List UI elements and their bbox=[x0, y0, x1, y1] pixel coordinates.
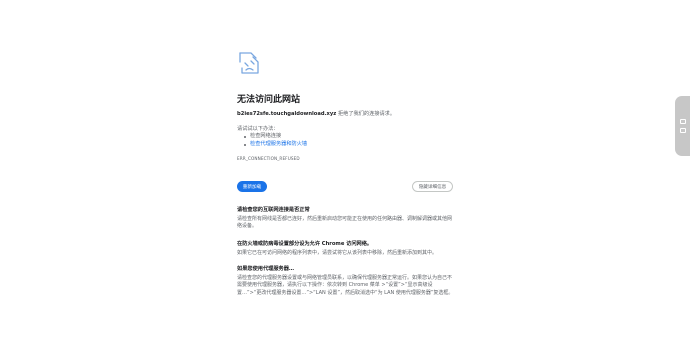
detail-heading: 如果您使用代理服务器… bbox=[237, 266, 295, 272]
error-subtitle: b2ies72sfe.touchgaldownload.xyz 拒绝了我们的连接… bbox=[237, 110, 395, 117]
window-icon bbox=[679, 128, 686, 133]
detail-block-proxy: 如果您使用代理服务器… 请检查您的代理服务器设置或与网络管理员联系，以确保代理服… bbox=[237, 265, 455, 297]
page-title: 无法访问此网站 bbox=[237, 95, 301, 105]
error-code: ERR_CONNECTION_REFUSED bbox=[237, 156, 300, 161]
suggestions-list: 检查网络连接 检查代理服务器和防火墙 bbox=[244, 133, 307, 148]
suggestions-label: 请试试以下办法： bbox=[237, 126, 279, 132]
detail-heading: 在防火墙或防病毒设置部分设为允许 Chrome 访问网络。 bbox=[237, 241, 373, 247]
window-icon bbox=[679, 119, 686, 124]
detail-body: 请检查您的代理服务器设置或与网络管理员联系，以确保代理服务器正常运行。如果您认为… bbox=[237, 274, 454, 296]
side-panel-tab[interactable] bbox=[675, 96, 690, 156]
suggestion-check-proxy-link[interactable]: 检查代理服务器和防火墙 bbox=[244, 141, 307, 149]
hide-details-button[interactable]: 隐藏详细信息 bbox=[412, 181, 453, 192]
detail-body: 请检查所有网线是否都已连好，然后重新启动您可能正在使用的任何路由器、调制解调器或… bbox=[237, 215, 453, 230]
sad-page-icon bbox=[239, 52, 259, 74]
detail-heading: 请检查您的互联网连接是否正常 bbox=[237, 207, 310, 213]
detail-block-connection: 请检查您的互联网连接是否正常 请检查所有网线是否都已连好，然后重新启动您可能正在… bbox=[237, 206, 455, 231]
detail-block-firewall: 在防火墙或防病毒设置部分设为允许 Chrome 访问网络。 如果它已在可访问网络… bbox=[237, 240, 455, 257]
reload-button[interactable]: 重新加载 bbox=[237, 181, 267, 192]
error-domain: b2ies72sfe.touchgaldownload.xyz bbox=[237, 111, 337, 117]
error-subtitle-text: 拒绝了我们的连接请求。 bbox=[336, 111, 396, 117]
detail-body: 如果它已在可访问网络的程序列表中，请尝试将它从该列表中移除，然后重新添加到其中。 bbox=[237, 249, 438, 256]
suggestion-check-network: 检查网络连接 bbox=[244, 133, 307, 141]
